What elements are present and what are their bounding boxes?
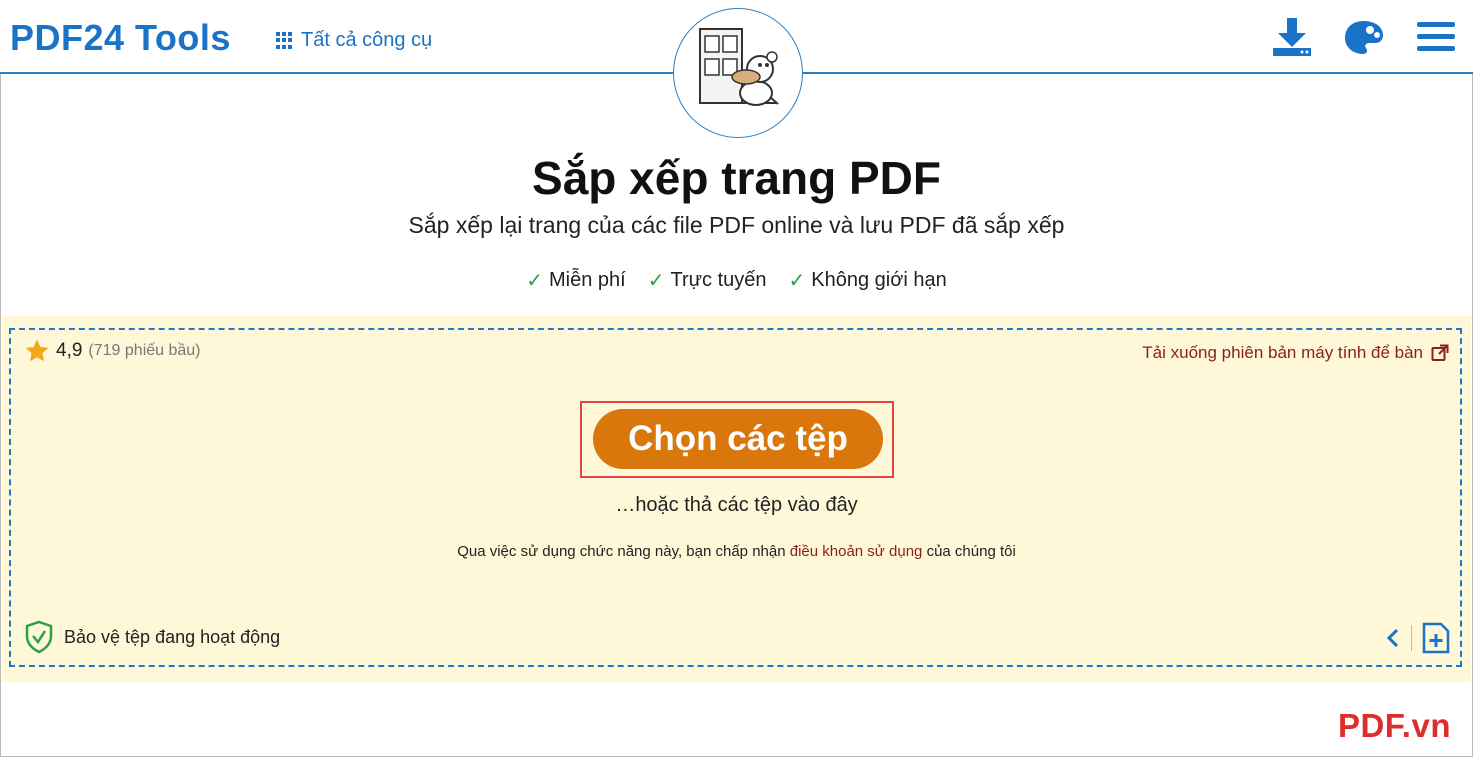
watermark-logo: PDF.vn — [1337, 707, 1451, 744]
panel-tools — [1385, 622, 1450, 654]
feature-list: ✓ Miễn phí ✓ Trực tuyến ✓ Không giới hạn — [0, 268, 1473, 293]
desktop-version-link[interactable]: Tải xuống phiên bản máy tính để bàn — [1142, 343, 1449, 363]
choose-files-button[interactable]: Chọn các tệp — [593, 409, 883, 469]
site-logo[interactable]: PDF24 Tools — [10, 17, 231, 59]
grid-icon — [276, 32, 293, 49]
file-protection-status[interactable]: Bảo vệ tệp đang hoạt động — [24, 620, 280, 654]
feature-item: ✓ Trực tuyến — [648, 268, 767, 293]
menu-icon[interactable] — [1415, 16, 1457, 58]
tool-mascot-illustration — [673, 8, 803, 138]
chevron-left-icon[interactable] — [1385, 627, 1401, 649]
shield-check-icon — [25, 620, 53, 654]
divider — [1411, 625, 1412, 651]
download-icon[interactable] — [1271, 16, 1313, 58]
star-icon — [25, 339, 49, 362]
rating-votes: (719 phiếu bầu) — [88, 342, 201, 359]
terms-suffix: của chúng tôi — [926, 543, 1016, 560]
rating-value: 4,9 — [56, 340, 83, 361]
drop-hint: …hoặc thả các tệp vào đây — [615, 494, 858, 516]
terms-of-use-link[interactable]: điều khoản sử dụng — [790, 543, 923, 560]
palette-icon[interactable] — [1343, 16, 1385, 58]
feature-label: Miễn phí — [549, 269, 626, 291]
header-actions — [1271, 16, 1457, 58]
checkmark-icon: ✓ — [788, 270, 806, 292]
checkmark-icon: ✓ — [526, 270, 544, 292]
terms-prefix: Qua việc sử dụng chức năng này, bạn chấp… — [457, 543, 786, 560]
external-link-icon — [1431, 344, 1449, 361]
feature-item: ✓ Không giới hạn — [789, 268, 947, 293]
checkmark-icon: ✓ — [647, 270, 665, 292]
all-tools-label: Tất cả công cụ — [301, 29, 433, 51]
all-tools-link[interactable]: Tất cả công cụ — [276, 29, 432, 52]
page-title: Sắp xếp trang PDF — [532, 152, 941, 204]
feature-label: Không giới hạn — [811, 269, 947, 291]
feature-item: ✓ Miễn phí — [526, 268, 625, 293]
rating[interactable]: 4,9 (719 phiếu bầu) — [24, 338, 201, 364]
terms-notice: Qua việc sử dụng chức năng này, bạn chấp… — [0, 543, 1473, 560]
desktop-link-label: Tải xuống phiên bản máy tính để bàn — [1142, 343, 1423, 362]
page-subtitle: Sắp xếp lại trang của các file PDF onlin… — [408, 212, 1065, 238]
protection-label: Bảo vệ tệp đang hoạt động — [64, 626, 281, 647]
feature-label: Trực tuyến — [670, 269, 767, 291]
add-file-icon[interactable] — [1422, 622, 1450, 654]
